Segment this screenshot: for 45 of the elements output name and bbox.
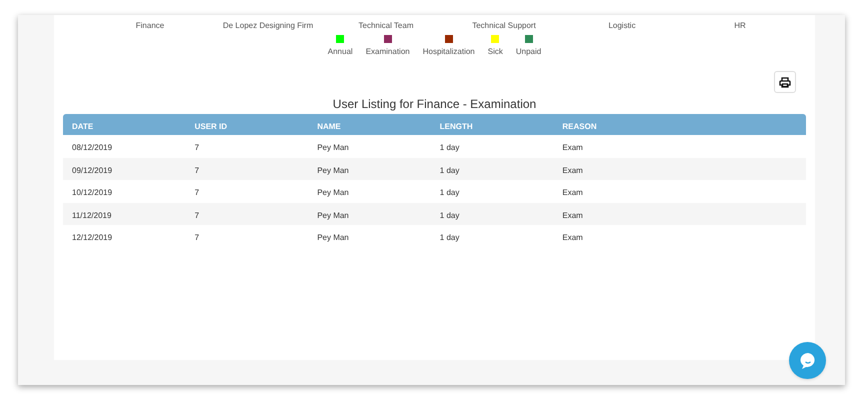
table-cell: 1 day: [440, 210, 460, 220]
table-cell: Exam: [562, 166, 583, 175]
table-cell: 1 day: [440, 233, 460, 242]
table-cell: Pey Man: [317, 233, 349, 242]
table-cell: 09/12/2019: [72, 166, 112, 175]
department-label[interactable]: De Lopez Designing Firm: [222, 20, 314, 32]
department-label[interactable]: Technical Team: [358, 20, 414, 32]
table-cell: Exam: [562, 210, 583, 220]
table-cell: Exam: [562, 188, 583, 198]
table-cell: 08/12/2019: [72, 143, 112, 152]
table-cell: 7: [194, 233, 200, 242]
table-cell: 7: [194, 143, 200, 152]
table-cell: 1 day: [440, 143, 460, 152]
table-cell: Exam: [562, 143, 583, 152]
table-cell: 7: [194, 166, 200, 175]
table-cell: 10/12/2019: [72, 188, 112, 198]
table-title: User Listing for Finance - Examination: [332, 96, 536, 113]
column-header: USER ID: [194, 122, 228, 130]
department-label[interactable]: Technical Support: [472, 20, 536, 32]
legend-label: Unpaid: [516, 46, 542, 58]
table-cell: 7: [194, 188, 200, 198]
legend-label: Sick: [488, 46, 503, 58]
table-cell: 7: [194, 210, 200, 220]
column-header: DATE: [72, 122, 94, 130]
print-button[interactable]: [774, 71, 796, 93]
table-cell: 1 day: [440, 188, 460, 198]
table-cell: 1 day: [440, 166, 460, 175]
department-label[interactable]: Logistic: [608, 20, 636, 32]
legend-label: Examination: [366, 46, 410, 58]
legend-label: Hospitalization: [422, 46, 475, 58]
table-cell: Pey Man: [317, 143, 349, 152]
table-cell: 11/12/2019: [72, 210, 112, 220]
table-cell: Pey Man: [317, 166, 349, 175]
table-cell: Pey Man: [317, 210, 349, 220]
column-header: LENGTH: [440, 122, 473, 130]
legend-label: Annual: [328, 46, 353, 58]
printer-icon: [779, 76, 791, 88]
table-cell: 12/12/2019: [72, 233, 112, 242]
table-cell: Exam: [562, 233, 583, 242]
chat-bubble-icon: [798, 352, 816, 370]
column-header: NAME: [317, 122, 341, 130]
table-cell: Pey Man: [317, 188, 349, 198]
column-header: REASON: [562, 122, 597, 130]
department-label[interactable]: HR: [734, 20, 746, 32]
department-label[interactable]: Finance: [136, 20, 164, 32]
